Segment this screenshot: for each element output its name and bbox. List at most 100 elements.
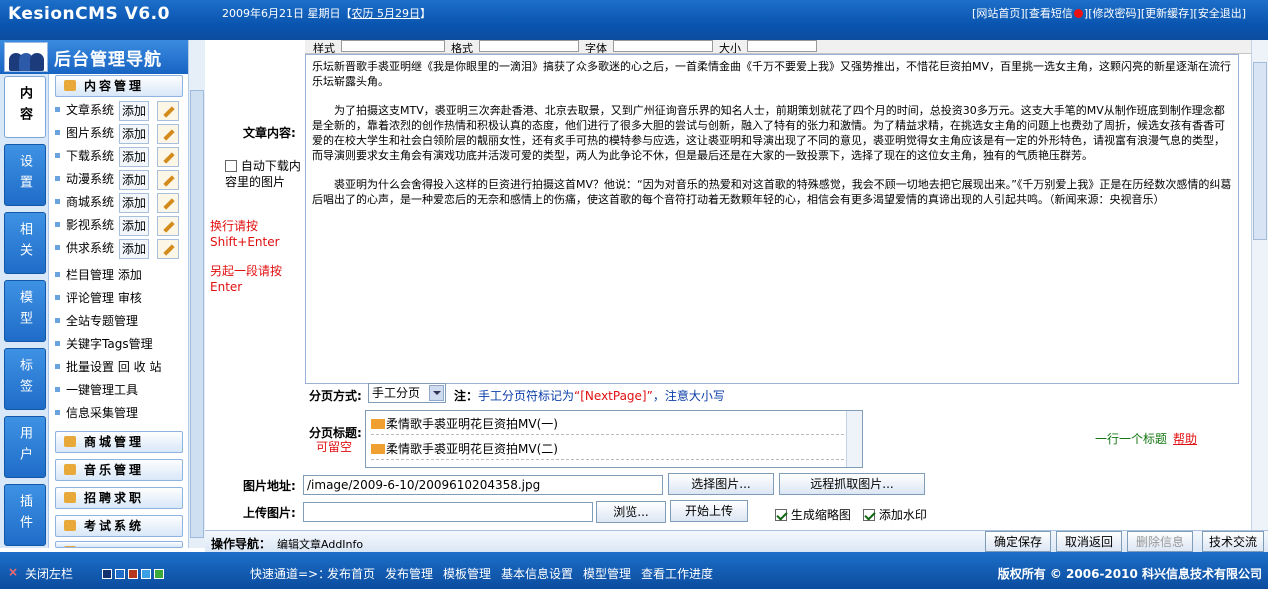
menu-item-comments[interactable]: 评论管理 审核 (55, 288, 142, 308)
tech-exchange-button[interactable]: 技术交流 (1202, 531, 1264, 552)
list-item[interactable]: 柔情歌手裘亚明花巨资拍MV(二) (371, 438, 849, 460)
menu-item-columns[interactable]: 栏目管理 添加 (55, 265, 142, 285)
image-url-input[interactable]: /image/2009-6-10/20096102043​58.jpg (303, 475, 663, 495)
menu-item-picture[interactable]: 图片系统 (55, 123, 114, 143)
list-scrollbar[interactable] (846, 411, 862, 467)
add-article-button[interactable]: 添加 (119, 101, 149, 121)
thumbnail-checkbox[interactable] (775, 509, 787, 521)
paging-mode-select[interactable]: 手工分页 (368, 383, 446, 403)
add-shop-button[interactable]: 添加 (119, 193, 149, 213)
theme-swatch[interactable] (141, 569, 151, 579)
menu-item-video[interactable]: 影视系统 (55, 215, 114, 235)
tab-users[interactable]: 用户 (4, 416, 46, 478)
format-select[interactable] (479, 40, 579, 52)
menu-group-content[interactable]: 内容管理 (55, 75, 183, 97)
upload-file-input[interactable] (303, 502, 593, 522)
add-supply-button[interactable]: 添加 (119, 239, 149, 259)
tab-plugins[interactable]: 插件 (4, 484, 46, 546)
nav-menu: 内容管理 文章系统 添加 图片系统 添加 下载系统 添加 动漫系统 添加 商城系… (48, 74, 188, 548)
auto-download-checkbox[interactable] (225, 160, 237, 172)
size-select[interactable] (747, 40, 817, 52)
help-link[interactable]: 帮助 (1173, 430, 1197, 447)
remote-fetch-button[interactable]: 远程抓取图片... (779, 473, 925, 495)
menu-item-tools[interactable]: 一键管理工具 (55, 380, 138, 400)
browse-button[interactable]: 浏览... (596, 501, 666, 523)
edit-pencil-icon[interactable] (157, 170, 179, 190)
content-scrollbar[interactable] (1251, 40, 1268, 530)
choose-image-button[interactable]: 选择图片... (668, 473, 774, 495)
edit-pencil-icon[interactable] (157, 239, 179, 259)
theme-swatch[interactable] (115, 569, 125, 579)
quick-link-basic-settings[interactable]: 基本信息设置 (501, 565, 573, 582)
tab-models[interactable]: 模型 (4, 280, 46, 342)
add-animation-button[interactable]: 添加 (119, 170, 149, 190)
edit-pencil-icon[interactable] (157, 101, 179, 121)
menu-group-shop[interactable]: 商城管理 (55, 431, 183, 453)
quick-link-model[interactable]: 模型管理 (583, 565, 631, 582)
article-content-label: 文章内容: (243, 126, 296, 140)
tab-related[interactable]: 相关 (4, 212, 46, 274)
cancel-button[interactable]: 取消返回 (1056, 531, 1122, 552)
add-video-button[interactable]: 添加 (119, 216, 149, 236)
lunar-date-link[interactable]: 农历 5月29日 (352, 7, 421, 20)
optional-note: 可留空 (316, 440, 353, 454)
nav-scrollbar[interactable] (188, 40, 205, 548)
style-select[interactable] (341, 40, 445, 52)
menu-item-animation[interactable]: 动漫系统 (55, 169, 114, 189)
tab-content[interactable]: 内容 (4, 76, 46, 138)
add-picture-button[interactable]: 添加 (119, 124, 149, 144)
menu-item-topics[interactable]: 全站专题管理 (55, 311, 138, 331)
editor-toolbar: 样式 格式 字体 大小 (305, 40, 1251, 54)
menu-item-collect[interactable]: 信息采集管理 (55, 403, 138, 423)
menu-group-music[interactable]: 音乐管理 (55, 459, 183, 481)
change-password-link[interactable]: [修改密码] (1088, 7, 1141, 20)
save-button[interactable]: 确定保存 (985, 531, 1051, 552)
menu-item-download[interactable]: 下载系统 (55, 146, 114, 166)
nav-scroll-thumb[interactable] (190, 90, 204, 538)
start-upload-button[interactable]: 开始上传 (670, 500, 748, 522)
list-item[interactable]: 柔情歌手裘亚明花巨资拍MV(一) (371, 413, 849, 435)
edit-pencil-icon[interactable] (157, 216, 179, 236)
edit-pencil-icon[interactable] (157, 124, 179, 144)
article-editor[interactable]: 乐坛新晋歌手裘亚明继《我是你眼里的一滴泪》搞获了众多歌迷的心之后，一首柔情金曲《… (305, 54, 1239, 384)
menu-group-jobs[interactable]: 招聘求职 (55, 487, 183, 509)
quick-link-publish-manage[interactable]: 发布管理 (385, 565, 433, 582)
quick-link-template[interactable]: 模板管理 (443, 565, 491, 582)
menu-item-batch[interactable]: 批量设置 回 收 站 (55, 357, 161, 377)
logout-link[interactable]: [安全退出] (1193, 7, 1246, 20)
font-select[interactable] (613, 40, 713, 52)
theme-swatch[interactable] (102, 569, 112, 579)
quick-link-progress[interactable]: 查看工作进度 (641, 565, 713, 582)
menu-item-supply[interactable]: 供求系统 (55, 238, 114, 258)
close-icon[interactable]: × (8, 565, 18, 579)
menu-group-exam[interactable]: 考试系统 (55, 515, 183, 537)
watermark-checkbox[interactable] (863, 509, 875, 521)
watermark-option[interactable]: 添加水印 (863, 506, 927, 523)
thumbnail-option[interactable]: 生成缩略图 (775, 506, 851, 523)
operation-nav-label: 操作导航： (211, 537, 272, 551)
tab-settings[interactable]: 设置 (4, 144, 46, 206)
nav-header: 后台管理导航 (0, 40, 188, 74)
delete-button[interactable]: 删除信息 (1127, 531, 1193, 552)
content-scroll-thumb[interactable] (1253, 62, 1267, 240)
edit-pencil-icon[interactable] (157, 193, 179, 213)
menu-item-article[interactable]: 文章系统 (55, 100, 114, 120)
editor-paragraph: 为了拍摄这支MTV，裘亚明三次奔赴香港、北京去取景，又到广州征询音乐界的知名人士… (312, 104, 1225, 162)
quick-link-publish-home[interactable]: 发布首页 (327, 565, 375, 582)
theme-swatch[interactable] (154, 569, 164, 579)
menu-group-qa[interactable] (55, 541, 183, 548)
close-left-panel[interactable]: 关闭左栏 (25, 565, 73, 582)
menu-item-tags[interactable]: 关键字Tags管理 (55, 334, 153, 354)
add-download-button[interactable]: 添加 (119, 147, 149, 167)
auto-download-option[interactable]: 自动下载内容里的图片 (225, 158, 303, 190)
edit-pencil-icon[interactable] (157, 147, 179, 167)
tab-tags[interactable]: 标签 (4, 348, 46, 410)
paging-titles-list[interactable]: 柔情歌手裘亚明花巨资拍MV(一) 柔情歌手裘亚明花巨资拍MV(二) (365, 410, 863, 468)
menu-item-shop[interactable]: 商城系统 (55, 192, 114, 212)
messages-link[interactable]: [查看短信 (1025, 7, 1073, 20)
image-url-label: 图片地址: (243, 479, 296, 493)
refresh-cache-link[interactable]: [更新缓存] (1141, 7, 1194, 20)
theme-swatch[interactable] (128, 569, 138, 579)
home-link[interactable]: [网站首页] (972, 7, 1025, 20)
date-end: 】 (420, 7, 431, 20)
